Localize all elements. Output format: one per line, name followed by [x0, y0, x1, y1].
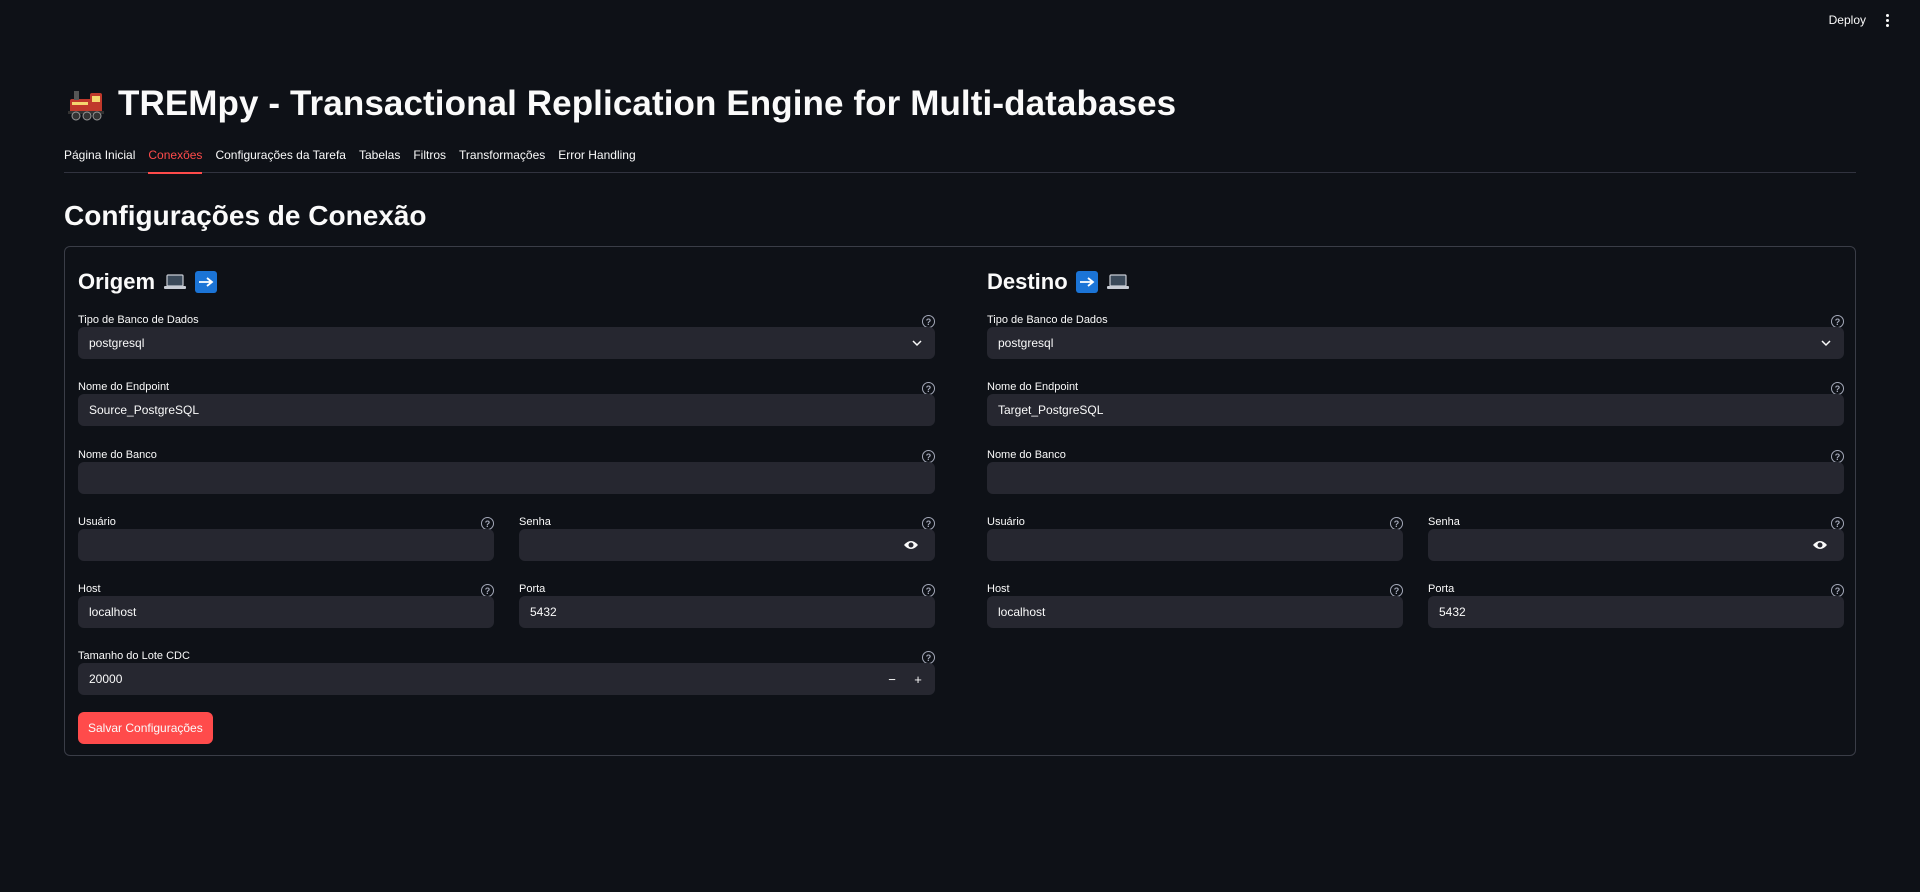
connection-form-container: Origem Tipo de Banco de Dados ? postgres… [64, 246, 1856, 756]
user-text[interactable] [998, 538, 1392, 552]
host-text[interactable] [998, 605, 1392, 619]
increment-button[interactable]: + [907, 669, 929, 689]
password-text[interactable] [530, 538, 924, 552]
password-label: Senha [519, 516, 551, 528]
port-text[interactable] [530, 605, 924, 619]
origem-db-type-field: Tipo de Banco de Dados ? postgresql [78, 314, 935, 360]
user-label: Usuário [78, 516, 116, 528]
port-text[interactable] [1439, 605, 1833, 619]
origem-dbname-field: Nome do Banco ? [78, 449, 935, 495]
destino-dbname-input[interactable] [987, 462, 1844, 494]
origem-endpoint-input[interactable] [78, 394, 935, 426]
destino-endpoint-field: Nome do Endpoint ? [987, 381, 1844, 427]
destino-dbname-field: Nome do Banco ? [987, 449, 1844, 495]
tab-pagina-inicial[interactable]: Página Inicial [64, 144, 135, 173]
host-label: Host [987, 583, 1010, 595]
db-type-value: postgresql [89, 336, 145, 350]
origem-user-field: Usuário ? [78, 516, 494, 562]
destino-heading: Destino [987, 269, 1068, 294]
endpoint-text[interactable] [89, 403, 924, 417]
db-type-label: Tipo de Banco de Dados [987, 314, 1108, 326]
host-text[interactable] [89, 605, 483, 619]
endpoint-label: Nome do Endpoint [987, 381, 1079, 393]
destino-user-input[interactable] [987, 529, 1403, 561]
top-bar: Deploy [1819, 0, 1920, 40]
origem-host-input[interactable] [78, 596, 494, 628]
chevron-down-icon [912, 340, 922, 347]
origem-header: Origem [78, 269, 218, 295]
laptop-icon [1106, 272, 1130, 292]
origem-host-field: Host ? [78, 583, 494, 629]
endpoint-label: Nome do Endpoint [78, 381, 170, 393]
destino-port-field: Porta ? [1428, 583, 1844, 629]
password-text[interactable] [1439, 538, 1833, 552]
destino-password-input[interactable] [1428, 529, 1844, 561]
port-label: Porta [519, 583, 546, 595]
eye-icon[interactable] [1812, 539, 1828, 551]
origem-batch-field: Tamanho do Lote CDC ? − + [78, 650, 935, 696]
batch-label: Tamanho do Lote CDC [78, 650, 190, 662]
db-type-label: Tipo de Banco de Dados [78, 314, 199, 326]
section-title: Configurações de Conexão [64, 200, 427, 231]
destino-password-field: Senha ? [1428, 516, 1844, 562]
origem-user-input[interactable] [78, 529, 494, 561]
decrement-button[interactable]: − [881, 669, 903, 689]
destino-db-type-select[interactable]: postgresql [987, 327, 1844, 359]
dbname-text[interactable] [998, 471, 1833, 485]
destino-user-field: Usuário ? [987, 516, 1403, 562]
destino-host-input[interactable] [987, 596, 1403, 628]
user-label: Usuário [987, 516, 1025, 528]
destino-db-type-field: Tipo de Banco de Dados ? postgresql [987, 314, 1844, 360]
dbname-label: Nome do Banco [78, 449, 157, 461]
save-button[interactable]: Salvar Configurações [78, 712, 213, 744]
origem-password-input[interactable] [519, 529, 935, 561]
destino-endpoint-input[interactable] [987, 394, 1844, 426]
origem-port-input[interactable] [519, 596, 935, 628]
tab-error-handling[interactable]: Error Handling [558, 144, 635, 173]
batch-text[interactable] [89, 672, 924, 686]
eye-icon[interactable] [903, 539, 919, 551]
origem-password-field: Senha ? [519, 516, 935, 562]
page-title: TREMpy - Transactional Replication Engin… [118, 84, 1177, 123]
destino-host-field: Host ? [987, 583, 1403, 629]
tab-transformacoes[interactable]: Transformações [459, 144, 545, 173]
tab-bar: Página Inicial Conexões Configurações da… [64, 144, 1856, 174]
origem-db-type-select[interactable]: postgresql [78, 327, 935, 359]
port-label: Porta [1428, 583, 1455, 595]
user-text[interactable] [89, 538, 483, 552]
tab-conexoes[interactable]: Conexões [148, 144, 203, 174]
right-arrow-icon [195, 271, 218, 293]
chevron-down-icon [1821, 340, 1831, 347]
laptop-icon [163, 272, 187, 292]
host-label: Host [78, 583, 101, 595]
endpoint-text[interactable] [998, 403, 1833, 417]
stepper-buttons: − + [881, 669, 929, 689]
deploy-button[interactable]: Deploy [1819, 13, 1876, 27]
origem-dbname-input[interactable] [78, 462, 935, 494]
dbname-text[interactable] [89, 471, 924, 485]
app-title: TREMpy - Transactional Replication Engin… [68, 84, 1176, 124]
tab-configuracoes-tarefa[interactable]: Configurações da Tarefa [215, 144, 346, 173]
db-type-value: postgresql [998, 336, 1054, 350]
kebab-menu-icon[interactable] [1876, 9, 1898, 31]
destino-header: Destino [987, 269, 1130, 295]
right-arrow-icon [1075, 271, 1098, 293]
tab-tabelas[interactable]: Tabelas [359, 144, 400, 173]
tab-filtros[interactable]: Filtros [413, 144, 446, 173]
origem-port-field: Porta ? [519, 583, 935, 629]
destino-port-input[interactable] [1428, 596, 1844, 628]
password-label: Senha [1428, 516, 1460, 528]
origem-batch-stepper[interactable]: − + [78, 663, 935, 695]
dbname-label: Nome do Banco [987, 449, 1066, 461]
origem-endpoint-field: Nome do Endpoint ? [78, 381, 935, 427]
train-icon [68, 87, 106, 121]
origem-heading: Origem [78, 269, 156, 294]
